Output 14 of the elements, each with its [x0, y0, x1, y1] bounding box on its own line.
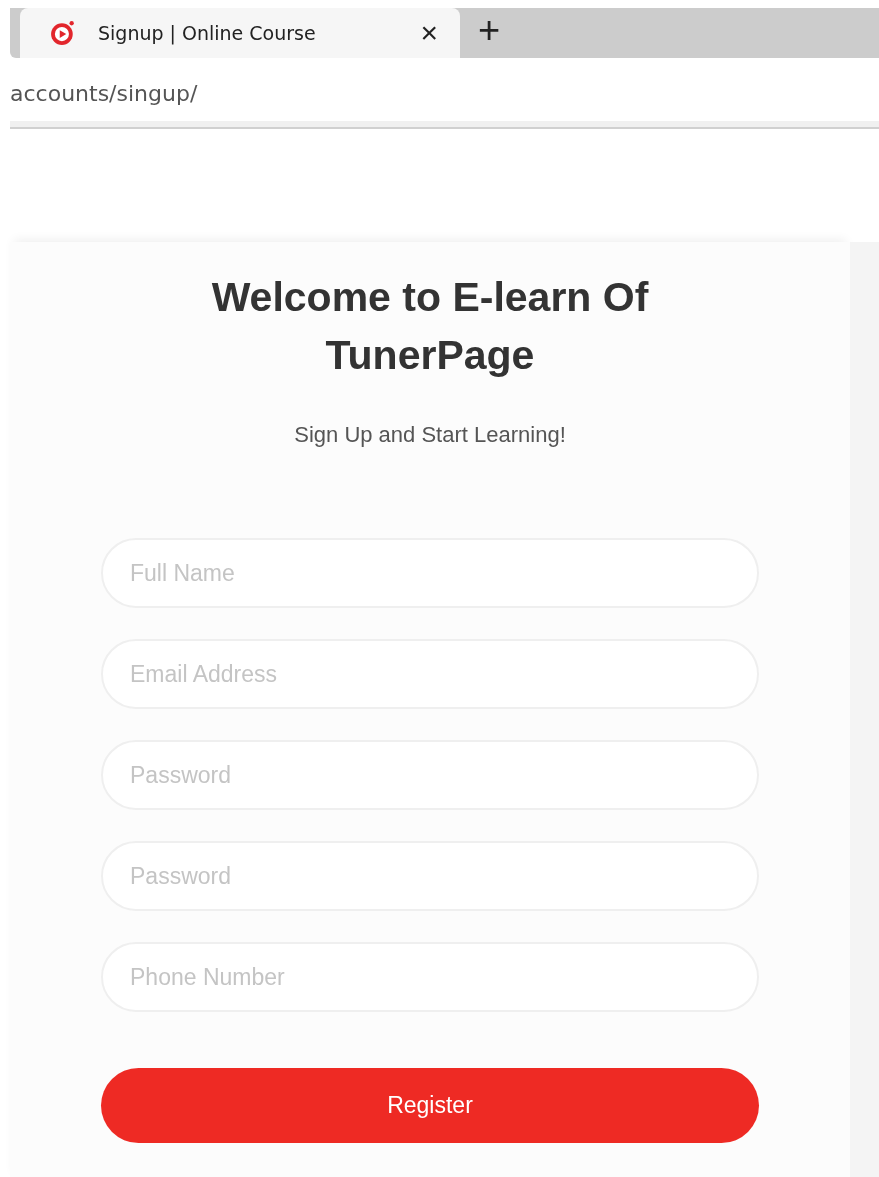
page-title: Welcome to E-learn Of TunerPage [210, 273, 650, 380]
play-logo-icon [50, 20, 76, 46]
browser-tab[interactable]: Signup | Online Course × [20, 8, 460, 58]
close-tab-button[interactable]: × [420, 16, 438, 50]
address-field[interactable]: accounts/singup/ [10, 80, 198, 106]
input-field[interactable]: Email Address [101, 639, 759, 709]
input-field[interactable]: Full Name [101, 538, 759, 608]
new-tab-button[interactable]: + [478, 8, 501, 58]
register-button[interactable]: Register [101, 1068, 759, 1143]
page-subtitle: Sign Up and Start Learning! [294, 422, 566, 448]
input-field[interactable]: Password [101, 740, 759, 810]
input-field[interactable]: Password [101, 841, 759, 911]
input-field[interactable]: Phone Number [101, 942, 759, 1012]
tab-title: Signup | Online Course [98, 22, 317, 44]
